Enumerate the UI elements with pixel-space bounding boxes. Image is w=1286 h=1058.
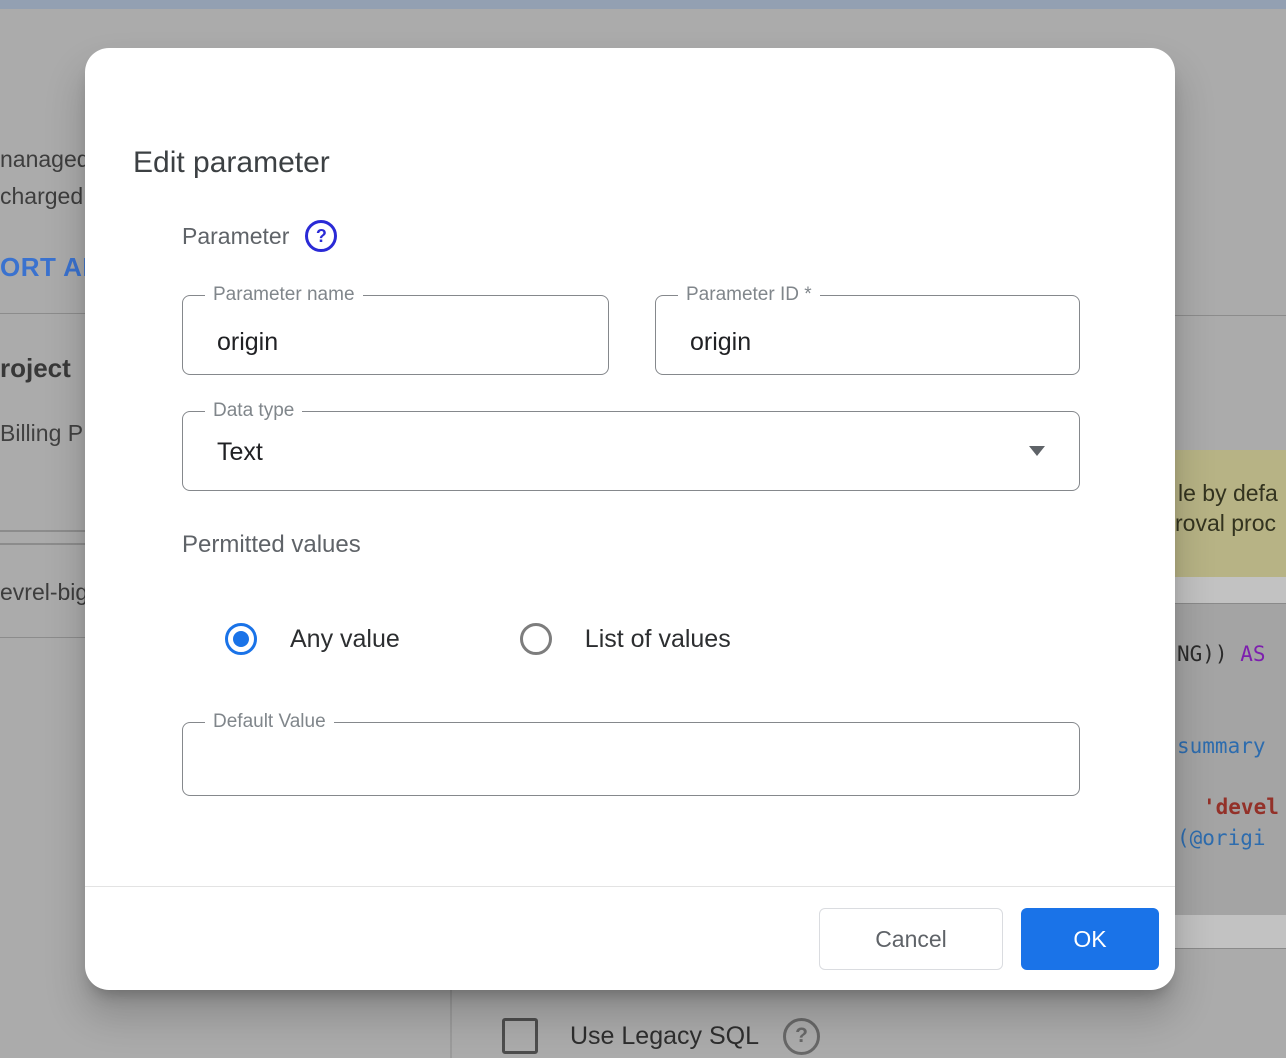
bg-sql-editor: NG)) AS summary 'devel (@origi [1175,604,1286,915]
help-icon[interactable]: ? [305,220,337,252]
parameter-id-input[interactable] [656,296,1079,374]
bg-text-charged: charged [0,183,83,210]
sql-code-line: (@origi [1177,826,1266,850]
chevron-down-icon[interactable] [1029,446,1045,456]
data-type-value: Text [217,438,263,467]
sql-code-line: 'devel [1203,795,1279,819]
radio-list-of-values-label[interactable]: List of values [585,625,731,654]
radio-any-value-label[interactable]: Any value [290,625,400,654]
divider [0,543,85,545]
help-icon[interactable]: ? [783,1018,820,1055]
legacy-sql-label: Use Legacy SQL [570,1022,759,1051]
ok-button[interactable]: OK [1021,908,1159,970]
default-value-input[interactable] [183,723,1079,795]
parameter-name-field[interactable]: Parameter name [182,295,609,375]
sql-text: NG)) [1177,642,1240,666]
footer-divider [85,886,1175,887]
divider [1175,315,1286,316]
default-value-field[interactable]: Default Value [182,722,1080,796]
browser-top-strip [0,0,1286,9]
permitted-values-label: Permitted values [182,531,361,559]
bg-project-id-text: evrel-big [0,579,88,606]
bg-query-note: le by defa roval proc [1175,450,1286,577]
parameter-name-input[interactable] [183,296,608,374]
bg-project-heading: roject [0,353,71,384]
sql-code-line: NG)) AS [1177,642,1266,666]
sql-keyword: AS [1240,642,1265,666]
bg-note-line: le by defa [1178,480,1278,507]
divider [450,990,452,1058]
bg-toolbar-strip [1175,915,1286,949]
data-type-select[interactable]: Data type Text [182,411,1080,491]
data-type-label: Data type [205,400,302,422]
legacy-sql-checkbox[interactable] [502,1018,538,1054]
legacy-sql-row: Use Legacy SQL ? [502,1014,820,1058]
bg-toolbar-strip [1175,577,1286,604]
parameter-section-label: Parameter [182,223,289,250]
permitted-values-radio-group: Any value List of values [225,623,731,655]
radio-list-of-values[interactable] [520,623,552,655]
divider [0,530,85,532]
bg-text-managed: nanaged [0,146,90,173]
divider [0,313,85,314]
sql-code-line: summary [1177,734,1266,758]
radio-any-value[interactable] [225,623,257,655]
edit-parameter-dialog: Edit parameter Parameter ? Parameter nam… [85,48,1175,990]
bg-billing-text: Billing P [0,420,83,447]
cancel-button[interactable]: Cancel [819,908,1003,970]
divider [0,637,85,638]
parameter-id-field[interactable]: Parameter ID * [655,295,1080,375]
bg-note-line: roval proc [1175,510,1276,537]
parameter-section-header: Parameter ? [182,220,337,252]
dialog-title: Edit parameter [133,146,330,180]
